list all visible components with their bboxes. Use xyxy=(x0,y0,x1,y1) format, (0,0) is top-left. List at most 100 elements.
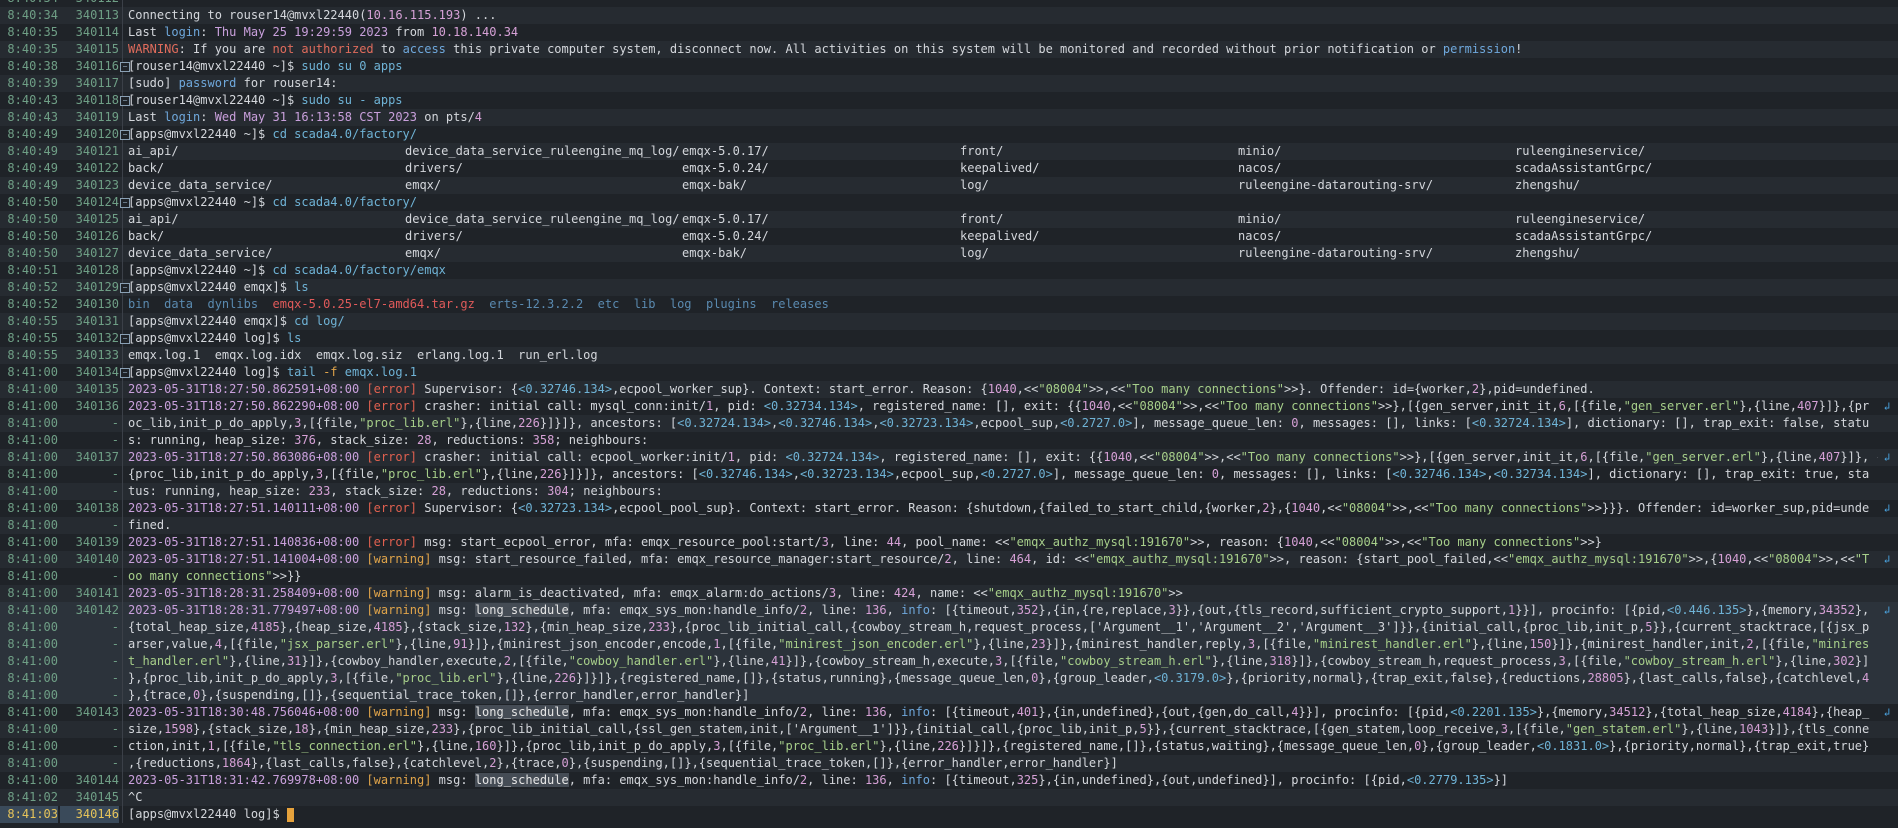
line-number: 340138 xyxy=(75,501,119,515)
line-number: 340118 xyxy=(75,93,119,107)
line-text: [rouser14@mvxl22440 ~]$ sudo su - apps xyxy=(128,93,403,107)
directory-entry: emqx-5.0.24/ xyxy=(682,161,769,175)
line-text: [apps@mvxl22440 ~]$ cd scada4.0/factory/ xyxy=(128,127,417,141)
directory-entry: keepalived/ xyxy=(960,229,1040,243)
line-wrap-icon: ↲ xyxy=(1883,451,1891,464)
line-number: 340137 xyxy=(75,450,119,464)
line-number: - xyxy=(111,671,119,685)
line-timestamp: 8:40:43 xyxy=(7,110,58,124)
line-timestamp: 8:40:38 xyxy=(7,59,58,73)
line-number: 340142 xyxy=(75,603,119,617)
line-number: 340119 xyxy=(75,110,119,124)
line-text: ,{reductions,1864},{last_calls,false},{c… xyxy=(128,756,1118,770)
terminal-line: 8:41:00 340143 2023-05-31T18:30:48.756046+… xyxy=(0,704,1898,721)
directory-entry: emqx-5.0.17/ xyxy=(682,212,769,226)
terminal-line: 8:41:00 - arser,value,4,[{file,"jsx_parser… xyxy=(0,636,1898,653)
line-wrap-icon: ↲ xyxy=(1883,706,1891,719)
directory-entry: front/ xyxy=(960,144,1004,158)
line-text: [rouser14@mvxl22440 ~]$ sudo su 0 apps xyxy=(128,59,403,73)
line-timestamp: 8:40:50 xyxy=(7,229,58,243)
directory-entry: scadaAssistantGrpc/ xyxy=(1515,161,1653,175)
line-number: 340124 xyxy=(75,195,119,209)
directory-entry: front/ xyxy=(960,212,1004,226)
terminal-line: 8:40:39 340117 [sudo] password for rouser1… xyxy=(0,75,1898,92)
terminal-line: 8:41:00 340134− [apps@mvxl22440 log]$ tail… xyxy=(0,364,1898,381)
line-text: [apps@mvxl22440 emqx]$ ls xyxy=(128,280,309,294)
terminal-line: 8:41:00 340135 2023-05-31T18:27:50.862591+… xyxy=(0,381,1898,398)
terminal-line: 8:41:00 340138 2023-05-31T18:27:51.140111+… xyxy=(0,500,1898,517)
directory-entry: emqx-bak/ xyxy=(682,246,748,260)
line-timestamp: 8:41:00 xyxy=(7,722,58,736)
terminal-line: 8:41:00 - size,1598},{stack_size,18},{min_… xyxy=(0,721,1898,738)
terminal-line: 8:41:00 340136 2023-05-31T18:27:50.862290+… xyxy=(0,398,1898,415)
terminal-line: 8:41:00 340139 2023-05-31T18:27:51.140836+… xyxy=(0,534,1898,551)
directory-entry: device_data_service/ xyxy=(128,178,273,192)
line-timestamp: 8:40:34 xyxy=(0,0,58,7)
terminal-line: 8:41:00 340142 2023-05-31T18:28:31.779497+… xyxy=(0,602,1898,619)
line-text: [apps@mvxl22440 ~]$ cd scada4.0/factory/… xyxy=(128,263,446,277)
line-timestamp: 8:41:00 xyxy=(7,416,58,430)
line-timestamp: 8:41:00 xyxy=(7,467,58,481)
directory-entry: minio/ xyxy=(1238,212,1282,226)
line-text: t_handler.erl"},{line,31}]},{cowboy_hand… xyxy=(128,654,1870,668)
line-timestamp: 8:41:00 xyxy=(7,569,58,583)
line-timestamp: 8:41:00 xyxy=(7,552,58,566)
terminal-line: 8:40:50 340127 device_data_service/emqx/em… xyxy=(0,245,1898,262)
line-text: WARNING: If you are not authorized to ac… xyxy=(128,42,1523,56)
line-timestamp: 8:41:00 xyxy=(7,620,58,634)
line-timestamp: 8:41:00 xyxy=(7,586,58,600)
terminal-line: 8:41:00 - oo many connections">>}} xyxy=(0,568,1898,585)
directory-entry: log/ xyxy=(960,246,989,260)
line-timestamp: 8:40:39 xyxy=(7,76,58,90)
terminal-line: 8:41:00 -},{proc_lib,init_p_do_apply,3,[{… xyxy=(0,670,1898,687)
line-number: 340116 xyxy=(75,59,119,73)
directory-entry: keepalived/ xyxy=(960,161,1040,175)
line-number: 340123 xyxy=(75,178,119,192)
line-text: [apps@mvxl22440 log]$ ls xyxy=(128,331,302,345)
line-timestamp: 8:41:00 xyxy=(7,450,58,464)
line-timestamp: 8:40:35 xyxy=(7,42,58,56)
line-number: 340122 xyxy=(75,161,119,175)
terminal-line: 8:40:50 340126 back/drivers/emqx-5.0.24/ke… xyxy=(0,228,1898,245)
line-wrap-icon: ↲ xyxy=(1883,604,1891,617)
line-timestamp: 8:41:00 xyxy=(7,603,58,617)
terminal-line: 8:41:00 - tus: running, heap_size: 233, st… xyxy=(0,483,1898,500)
terminal-line: 8:40:55 340132− [apps@mvxl22440 log]$ ls xyxy=(0,330,1898,347)
terminal-line: 8:40:43 340118− [rouser14@mvxl22440 ~]$ su… xyxy=(0,92,1898,109)
directory-entry: device_data_service_ruleengine_mq_log/ xyxy=(405,212,680,226)
line-text: {proc_lib,init_p_do_apply,3,[{file,"proc… xyxy=(128,467,1870,481)
line-timestamp: 8:41:00 xyxy=(7,399,58,413)
line-number: 340126 xyxy=(75,229,119,243)
line-timestamp: 8:41:00 xyxy=(7,654,58,668)
line-text: 2023-05-31T18:30:48.756046+08:00 [warnin… xyxy=(128,705,1870,719)
line-wrap-icon: ↲ xyxy=(1883,553,1891,566)
terminal-window[interactable]: 8:40:343401128:40:34 340113 Connecting to … xyxy=(0,0,1898,828)
directory-entry: device_data_service/ xyxy=(128,246,273,260)
terminal-line: 8:41:00 - fined. xyxy=(0,517,1898,534)
line-text: },{proc_lib,init_p_do_apply,3,[{file,"pr… xyxy=(128,671,1870,685)
line-timestamp: 8:40:55 xyxy=(7,314,58,328)
terminal-line: 8:40:49 340121 ai_api/device_data_service_… xyxy=(0,143,1898,160)
line-timestamp: 8:40:52 xyxy=(7,297,58,311)
terminal-line: 8:41:00 340140 2023-05-31T18:27:51.141004+… xyxy=(0,551,1898,568)
terminal-line: 8:40:34340112 xyxy=(0,0,1898,7)
line-number: 340139 xyxy=(75,535,119,549)
line-text: {total_heap_size,4185},{heap_size,4185},… xyxy=(128,620,1870,634)
terminal-line: 8:40:35 340115 WARNING: If you are not aut… xyxy=(0,41,1898,58)
directory-entry: nacos/ xyxy=(1238,229,1282,243)
line-text: 2023-05-31T18:27:51.140111+08:00 [error]… xyxy=(128,501,1870,515)
line-number: 340121 xyxy=(75,144,119,158)
line-text: 2023-05-31T18:31:42.769978+08:00 [warnin… xyxy=(128,773,1509,787)
line-timestamp: 8:40:49 xyxy=(7,161,58,175)
terminal-line: 8:40:34 340113 Connecting to rouser14@mvxl… xyxy=(0,7,1898,24)
line-text: 2023-05-31T18:28:31.258409+08:00 [warnin… xyxy=(128,586,1183,600)
line-number: 340112 xyxy=(60,0,119,7)
line-number: 340134 xyxy=(75,365,119,379)
line-number: 340145 xyxy=(75,790,119,804)
directory-entry: ai_api/ xyxy=(128,212,179,226)
line-text: ction,init,1,[{file,"tls_connection.erl"… xyxy=(128,739,1870,753)
terminal-line: 8:41:00 - {total_heap_size,4185},{heap_siz… xyxy=(0,619,1898,636)
line-text: 2023-05-31T18:27:50.863086+08:00 [error]… xyxy=(128,450,1878,464)
terminal-line: 8:40:52 340130 bin data dynlibs emqx-5.0.2… xyxy=(0,296,1898,313)
line-number: 340135 xyxy=(75,382,119,396)
